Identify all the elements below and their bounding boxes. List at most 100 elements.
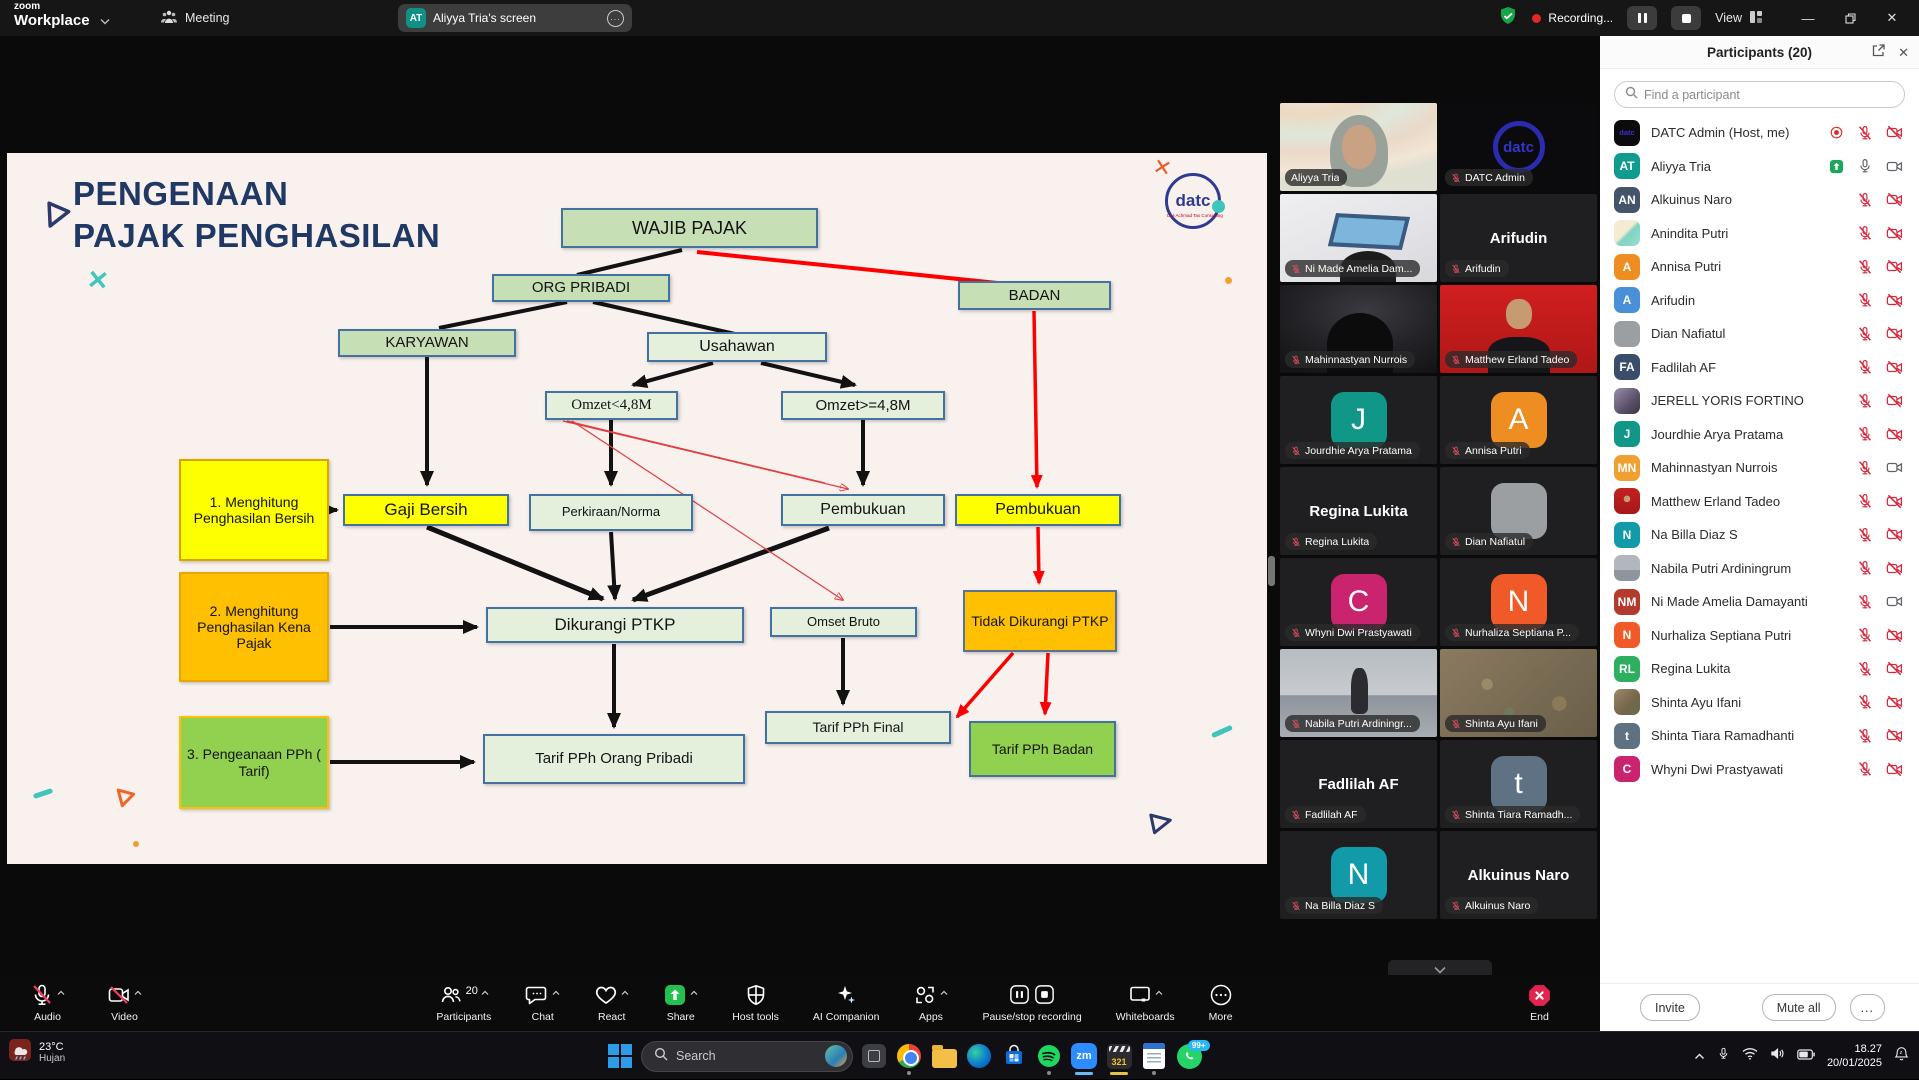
mic-muted-icon[interactable] — [1291, 628, 1301, 638]
tray-mic-icon[interactable] — [1717, 1046, 1730, 1066]
host-button[interactable]: Host tools — [732, 983, 779, 1023]
close-panel-icon[interactable]: ✕ — [1898, 45, 1909, 61]
camera-off-icon[interactable] — [1886, 694, 1903, 711]
video-button[interactable]: Video — [107, 983, 142, 1023]
video-tile[interactable]: Aliyya Tria — [1280, 103, 1437, 191]
video-tile[interactable]: Ni Made Amelia Dam... — [1280, 194, 1437, 282]
mic-muted-icon[interactable] — [1857, 192, 1873, 208]
camera-off-icon[interactable] — [1886, 124, 1903, 141]
participant-row[interactable]: Dian Nafiatul — [1600, 317, 1919, 351]
participant-row[interactable]: JERELL YORIS FORTINO — [1600, 384, 1919, 418]
mic-muted-icon[interactable] — [1857, 527, 1873, 543]
restore-button[interactable] — [1829, 0, 1871, 36]
mic-muted-icon[interactable] — [1857, 259, 1873, 275]
apps-button[interactable]: Apps — [913, 983, 948, 1023]
mic-muted-icon[interactable] — [1451, 537, 1461, 547]
minimize-button[interactable]: — — [1787, 0, 1829, 36]
pause-recording-button[interactable] — [1627, 6, 1657, 30]
whatsapp-icon[interactable]: 99+ — [1175, 1036, 1203, 1076]
mic-muted-icon[interactable] — [1857, 426, 1873, 442]
participant-search[interactable] — [1614, 81, 1905, 108]
participant-row[interactable]: Anindita Putri — [1600, 217, 1919, 251]
spotify-icon[interactable] — [1035, 1036, 1063, 1076]
camera-off-icon[interactable] — [1886, 292, 1903, 309]
video-tile[interactable]: NNa Billa Diaz S — [1280, 831, 1437, 919]
video-tile[interactable]: Nabila Putri Ardiningr... — [1280, 649, 1437, 737]
close-button[interactable]: ✕ — [1871, 0, 1913, 36]
participant-row[interactable]: NNurhaliza Septiana Putri — [1600, 619, 1919, 653]
share-button[interactable]: Share — [663, 983, 698, 1023]
video-tile[interactable]: datcDATC Admin — [1440, 103, 1597, 191]
mic-muted-icon[interactable] — [1291, 446, 1301, 456]
movie-app-icon[interactable]: 321 — [1105, 1036, 1133, 1076]
mic-muted-icon[interactable] — [1857, 326, 1873, 342]
mic-muted-icon[interactable] — [1451, 446, 1461, 456]
mic-muted-icon[interactable] — [1857, 393, 1873, 409]
participant-row[interactable]: Matthew Erland Tadeo — [1600, 485, 1919, 519]
participant-row[interactable]: AAnnisa Putri — [1600, 250, 1919, 284]
participant-row[interactable]: CWhyni Dwi Prastyawati — [1600, 753, 1919, 787]
chevron-up-icon[interactable] — [621, 983, 629, 1001]
microsoft-store-icon[interactable] — [1000, 1036, 1028, 1076]
end-button[interactable]: End — [1527, 983, 1552, 1023]
footer-more-button[interactable]: ... — [1850, 994, 1885, 1021]
recording-indicator-icon[interactable] — [1829, 125, 1844, 140]
screen-share-icon[interactable] — [1829, 159, 1844, 174]
mic-muted-icon[interactable] — [1857, 627, 1873, 643]
camera-off-icon[interactable] — [1886, 225, 1903, 242]
mic-muted-icon[interactable] — [1857, 125, 1873, 141]
edge-icon[interactable] — [965, 1036, 993, 1076]
tray-chevron-icon[interactable] — [1694, 1047, 1705, 1065]
task-view-button[interactable] — [860, 1036, 888, 1076]
mic-muted-icon[interactable] — [1291, 264, 1301, 274]
mic-muted-icon[interactable] — [1857, 761, 1873, 777]
file-explorer-icon[interactable] — [930, 1036, 958, 1076]
video-tile[interactable]: ArifudinArifudin — [1440, 194, 1597, 282]
camera-off-icon[interactable] — [1886, 392, 1903, 409]
camera-off-icon[interactable] — [1886, 526, 1903, 543]
mic-muted-icon[interactable] — [1857, 292, 1873, 308]
mic-muted-icon[interactable] — [1857, 560, 1873, 576]
tray-wifi-icon[interactable] — [1742, 1047, 1758, 1065]
video-tile[interactable]: tShinta Tiara Ramadh... — [1440, 740, 1597, 828]
camera-on-icon[interactable] — [1886, 158, 1903, 175]
security-shield-icon[interactable] — [1498, 6, 1518, 31]
mic-muted-icon[interactable] — [1291, 901, 1301, 911]
participant-row[interactable]: JJourdhie Arya Pratama — [1600, 418, 1919, 452]
mic-muted-icon[interactable] — [1857, 359, 1873, 375]
video-tile[interactable]: CWhyni Dwi Prastyawati — [1280, 558, 1437, 646]
mic-muted-icon[interactable] — [1291, 810, 1301, 820]
video-tile[interactable]: Mahinnastyan Nurrois — [1280, 285, 1437, 373]
mic-muted-icon[interactable] — [1857, 460, 1873, 476]
chevron-down-icon[interactable] — [100, 12, 110, 30]
participant-row[interactable]: Nabila Putri Ardiningrum — [1600, 552, 1919, 586]
video-tile[interactable]: Alkuinus NaroAlkuinus Naro — [1440, 831, 1597, 919]
mute-all-button[interactable]: Mute all — [1762, 994, 1836, 1021]
mic-muted-icon[interactable] — [1857, 728, 1873, 744]
mic-muted-icon[interactable] — [1857, 694, 1873, 710]
tab-meeting[interactable]: Meeting — [160, 0, 229, 36]
tab-shared-screen[interactable]: AT Aliyya Tria's screen ... — [398, 4, 632, 32]
chevron-up-icon[interactable] — [1155, 983, 1163, 1001]
camera-on-icon[interactable] — [1886, 459, 1903, 476]
mic-muted-icon[interactable] — [1857, 661, 1873, 677]
video-tile[interactable]: Fadlilah AFFadlilah AF — [1280, 740, 1437, 828]
mic-muted-icon[interactable] — [1451, 719, 1461, 729]
chat-button[interactable]: Chat — [525, 983, 560, 1023]
taskbar-weather-widget[interactable]: 23°C Hujan — [8, 1038, 65, 1067]
chevron-up-icon[interactable] — [940, 983, 948, 1001]
participant-row[interactable]: MNMahinnastyan Nurrois — [1600, 451, 1919, 485]
video-tile[interactable]: Matthew Erland Tadeo — [1440, 285, 1597, 373]
participant-row[interactable]: ANAlkuinus Naro — [1600, 183, 1919, 217]
notification-bell-icon[interactable]: z — [1894, 1046, 1909, 1067]
camera-off-icon[interactable] — [1886, 191, 1903, 208]
notes-app-icon[interactable] — [1140, 1036, 1168, 1076]
participants-button[interactable]: 20Participants — [436, 983, 491, 1023]
stop-recording-button[interactable] — [1671, 6, 1701, 30]
tray-volume-icon[interactable] — [1770, 1047, 1785, 1065]
scrollbar-thumb[interactable] — [1268, 556, 1275, 586]
participant-row[interactable]: datcDATC Admin (Host, me) — [1600, 116, 1919, 150]
camera-off-icon[interactable] — [1886, 325, 1903, 342]
chevron-up-icon[interactable] — [552, 983, 560, 1001]
taskbar-search[interactable]: Search — [641, 1041, 853, 1072]
